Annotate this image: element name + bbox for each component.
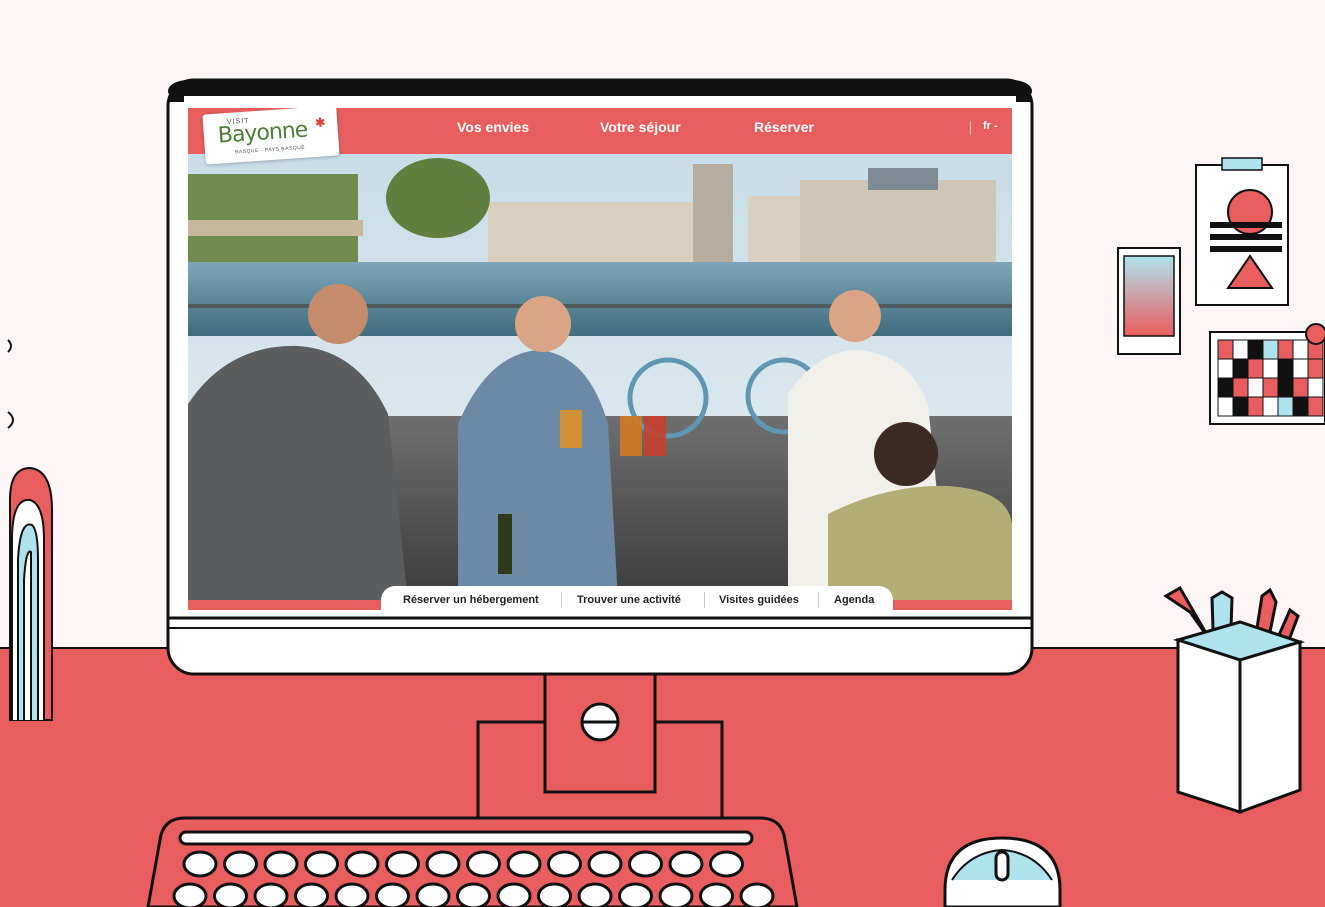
keyboard-key [739, 882, 775, 907]
keyboard-key [182, 850, 218, 878]
poster-icon [1195, 157, 1289, 306]
language-selector[interactable]: fr - [983, 120, 998, 132]
logo-name-text: Bayonne [217, 117, 309, 149]
photo-card-icon [1117, 247, 1181, 355]
pixel-cell [1292, 358, 1309, 379]
pixel-cell [1232, 377, 1249, 398]
keyboard-key [334, 882, 370, 907]
keyboard-key [506, 850, 542, 878]
keyboard-key [425, 850, 461, 878]
pixel-cell [1307, 358, 1324, 379]
keyboard-key [577, 882, 613, 907]
keyboard-key [618, 882, 653, 907]
quick-link-divider [704, 592, 705, 608]
quick-link-agenda[interactable]: Agenda [834, 594, 874, 606]
keyboard-key [304, 850, 339, 878]
pixel-cell [1217, 358, 1234, 379]
nav-vos-envies[interactable]: Vos envies [457, 119, 529, 135]
keyboard-key [385, 850, 420, 878]
keyboard-key [466, 850, 501, 878]
pixel-cell [1262, 377, 1279, 398]
pencil-cup-icon [1163, 585, 1305, 815]
pixel-cell [1247, 339, 1264, 360]
pixel-cell [1307, 396, 1324, 417]
keyboard-key [628, 850, 663, 878]
nav-reserver[interactable]: Réserver [754, 119, 814, 135]
pixel-cell [1277, 377, 1294, 398]
pixel-cell [1292, 396, 1309, 417]
arch-decoration-icon [7, 339, 53, 721]
hero-photo [188, 154, 1012, 600]
nav-votre-sejour[interactable]: Votre séjour [600, 119, 681, 135]
keyboard-key [587, 850, 623, 878]
pixel-cell [1262, 396, 1279, 417]
pixel-cell [1292, 377, 1309, 398]
pixel-cell [1247, 358, 1264, 379]
pixel-cell [1217, 339, 1234, 360]
keyboard-icon [146, 816, 799, 907]
keyboard-key [456, 882, 491, 907]
pixel-card-icon [1209, 323, 1325, 425]
keyboard-key [658, 882, 694, 907]
mouse-icon [943, 836, 1062, 907]
quick-link-hebergement[interactable]: Réserver un hébergement [403, 594, 539, 606]
pixel-cell [1217, 377, 1234, 398]
keyboard-key [537, 882, 572, 907]
pixel-cell [1307, 377, 1324, 398]
pixel-cell [1217, 396, 1234, 417]
keyboard-key [344, 850, 380, 878]
keyboard-key [172, 882, 208, 907]
keyboard-key [375, 882, 410, 907]
quick-link-activite[interactable]: Trouver une activité [577, 594, 681, 606]
pixel-cell [1277, 358, 1294, 379]
keyboard-key [213, 882, 248, 907]
pixel-cell [1232, 339, 1249, 360]
nav-divider [970, 121, 971, 135]
logo-star-icon: ✱ [314, 115, 326, 130]
quick-link-divider [818, 592, 819, 608]
pixel-cell [1247, 396, 1264, 417]
pixel-cell [1292, 339, 1309, 360]
keyboard-key [223, 850, 258, 878]
keyboard-key [263, 850, 299, 878]
keyboard-key [547, 850, 582, 878]
keyboard-key [668, 850, 704, 878]
pixel-cell [1277, 396, 1294, 417]
pixel-cell [1247, 377, 1264, 398]
quick-link-divider [561, 592, 562, 608]
pixel-cell [1262, 358, 1279, 379]
quick-link-visites-guidees[interactable]: Visites guidées [719, 594, 799, 606]
pixel-cell [1262, 339, 1279, 360]
quick-links-bar: Réserver un hébergement Trouver une acti… [381, 586, 893, 610]
site-logo[interactable]: VISIT Bayonne ✱ BASQUE · PAYS BASQUE [202, 108, 340, 165]
keyboard-key [253, 882, 289, 907]
keyboard-key [699, 882, 734, 907]
keyboard-key [415, 882, 451, 907]
pixel-cell [1232, 396, 1249, 417]
pixel-cell [1277, 339, 1294, 360]
keyboard-key [496, 882, 532, 907]
keyboard-key [709, 850, 744, 878]
keyboard-key [294, 882, 329, 907]
pixel-cell [1232, 358, 1249, 379]
website-screen: Vos envies Votre séjour Réserver fr - VI… [188, 108, 1012, 610]
